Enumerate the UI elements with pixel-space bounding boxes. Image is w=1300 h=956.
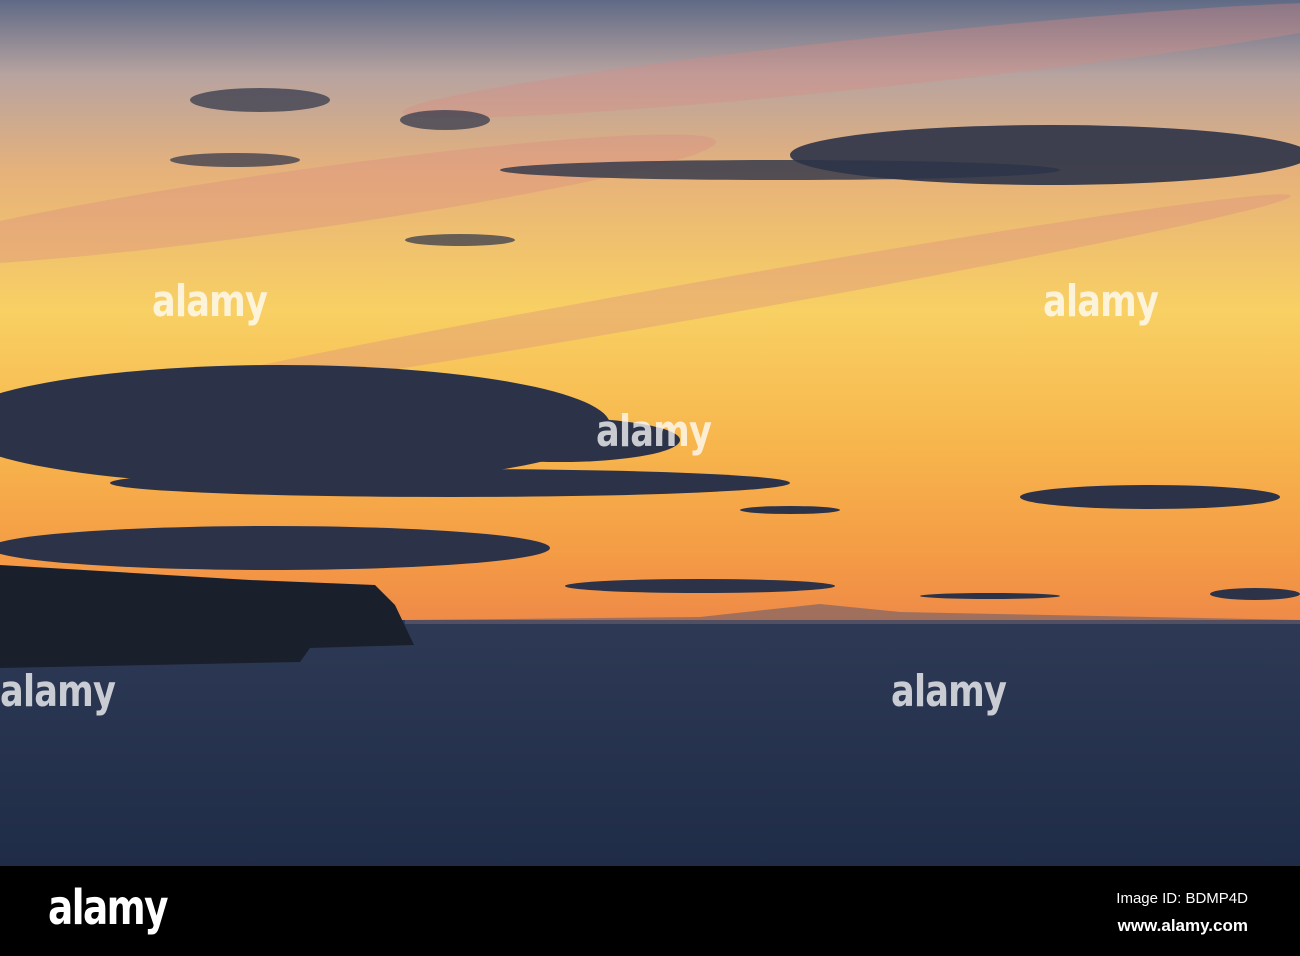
- alamy-logo: alamy: [48, 880, 169, 936]
- stock-photo: alamy alamy alamy alamy alamy alamy Imag…: [0, 0, 1300, 956]
- image-id: Image ID: BDMP4D: [1116, 890, 1248, 907]
- watermark: alamy: [596, 406, 712, 457]
- footer-bar: alamy Image ID: BDMP4D www.alamy.com: [0, 866, 1300, 956]
- watermark: alamy: [891, 666, 1007, 717]
- watermark: alamy: [1043, 276, 1159, 327]
- watermark: alamy: [152, 276, 268, 327]
- watermark: alamy: [0, 666, 116, 717]
- site-url[interactable]: www.alamy.com: [1118, 916, 1248, 936]
